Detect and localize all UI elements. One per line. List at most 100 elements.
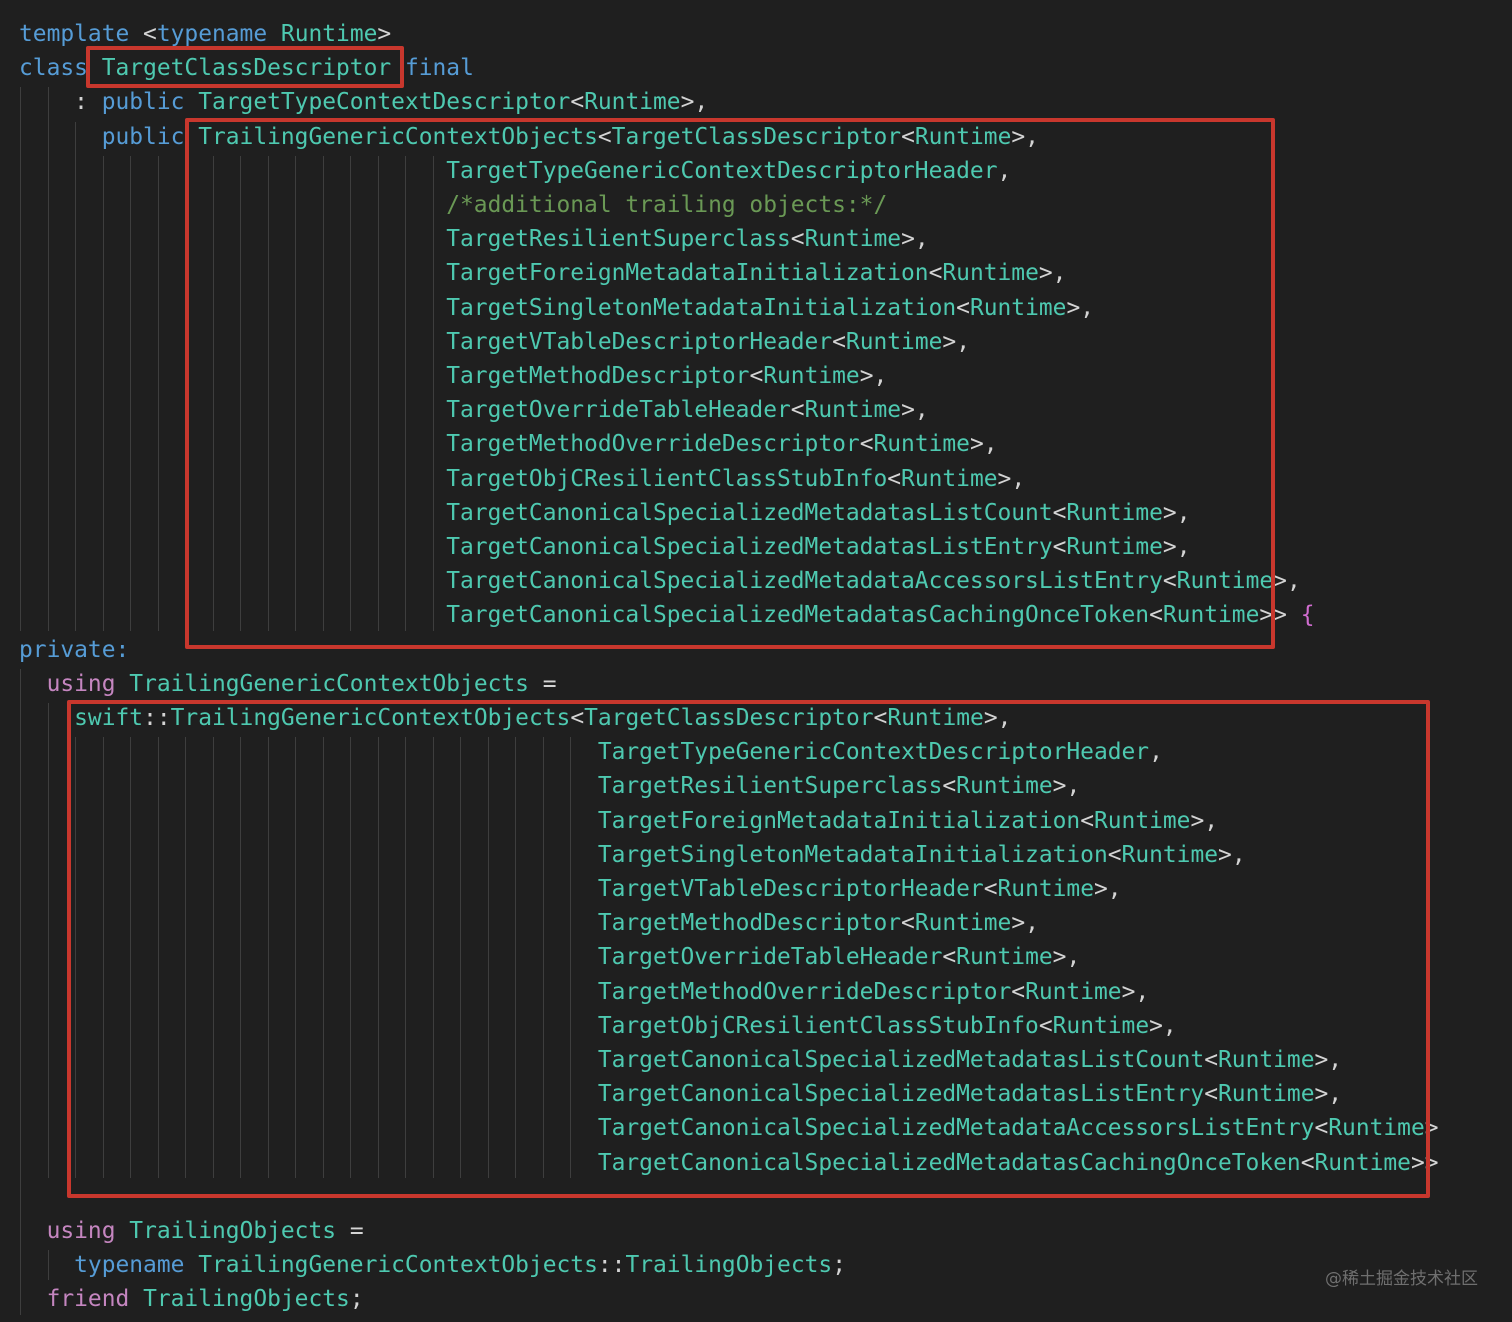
code-token-punctuation: < <box>942 944 957 971</box>
code-token-punctuation <box>19 808 598 834</box>
watermark: @稀土掘金技术社区 <box>1325 1269 1478 1289</box>
code-line[interactable]: TargetSingletonMetadataInitialization<Ru… <box>19 291 1094 325</box>
code-line[interactable]: using TrailingGenericContextObjects = <box>19 667 557 701</box>
code-token-type: TargetCanonicalSpecializedMetadataAccess… <box>446 568 1163 595</box>
code-line[interactable]: TargetVTableDescriptorHeader<Runtime>, <box>19 325 970 359</box>
code-token-punctuation: >> <box>1410 1149 1439 1176</box>
code-token-punctuation <box>19 944 598 970</box>
code-token-punctuation: > <box>1424 1115 1439 1142</box>
code-line[interactable]: /*additional trailing objects:*/ <box>19 188 887 222</box>
code-token-type: TargetResilientSuperclass <box>446 226 791 253</box>
code-token-type: TargetResilientSuperclass <box>597 773 943 800</box>
code-line[interactable]: TargetObjCResilientClassStubInfo<Runtime… <box>19 462 1025 496</box>
code-token-punctuation <box>267 21 281 47</box>
code-token-punctuation: >, <box>1314 1081 1343 1108</box>
code-token-punctuation: < <box>901 123 915 150</box>
code-line[interactable]: class TargetClassDescriptor final <box>19 51 474 85</box>
code-line[interactable]: TargetMethodDescriptor<Runtime>, <box>19 359 887 393</box>
code-token-punctuation <box>184 1252 198 1278</box>
code-token-punctuation: < <box>873 705 888 731</box>
code-token-punctuation: >, <box>859 363 888 389</box>
code-token-type: TargetSingletonMetadataInitialization <box>446 294 957 321</box>
code-token-type: TargetVTableDescriptorHeader <box>446 328 833 355</box>
code-token-punctuation: ; <box>349 1286 364 1313</box>
code-line[interactable]: TargetMethodDescriptor<Runtime>, <box>19 906 1039 940</box>
code-token-punctuation: >, <box>1314 1047 1343 1073</box>
code-line[interactable]: friend TrailingObjects; <box>19 1282 364 1316</box>
code-token-punctuation: >, <box>901 397 929 424</box>
code-line[interactable]: TargetCanonicalSpecializedMetadatasCachi… <box>19 598 1314 632</box>
code-token-type: TargetVTableDescriptorHeader <box>597 876 984 902</box>
code-token-type: Runtime <box>1176 568 1274 595</box>
code-token-type: TargetObjCResilientClassStubInfo <box>446 465 888 492</box>
code-line[interactable]: TargetOverrideTableHeader<Runtime>, <box>19 393 929 427</box>
code-token-punctuation <box>19 1218 47 1244</box>
code-token-punctuation: >, <box>942 328 970 355</box>
code-token-punctuation: >, <box>1162 534 1191 560</box>
code-token-punctuation: < <box>901 910 915 937</box>
code-token-type: TargetCanonicalSpecializedMetadatasListE… <box>446 534 1053 560</box>
code-token-type: Runtime <box>1328 1115 1425 1142</box>
code-token-punctuation <box>19 1013 598 1039</box>
code-token-punctuation <box>19 876 598 902</box>
code-token-punctuation: >, <box>1011 910 1039 937</box>
code-token-punctuation: >, <box>1038 260 1067 287</box>
code-line[interactable]: swift::TrailingGenericContextObjects<Tar… <box>19 701 1011 735</box>
code-line[interactable]: TargetResilientSuperclass<Runtime>, <box>19 222 928 256</box>
code-token-punctuation <box>19 329 446 355</box>
code-token-type: Runtime <box>1025 978 1122 1005</box>
code-token-punctuation: < <box>942 773 957 800</box>
code-line[interactable]: private: <box>19 633 129 667</box>
code-line[interactable]: TargetResilientSuperclass<Runtime>, <box>19 769 1080 803</box>
code-token-punctuation <box>19 979 598 1005</box>
code-line[interactable]: TargetTypeGenericContextDescriptorHeader… <box>19 735 1163 769</box>
code-line[interactable]: typename TrailingGenericContextObjects::… <box>19 1248 846 1282</box>
code-line[interactable]: TargetCanonicalSpecializedMetadatasCachi… <box>19 1146 1439 1180</box>
code-line[interactable]: TargetOverrideTableHeader<Runtime>, <box>19 940 1080 974</box>
code-token-punctuation: < <box>1300 1149 1315 1176</box>
code-token-type: Runtime <box>763 363 860 389</box>
code-token-type: Runtime <box>1121 841 1219 868</box>
code-token-type: TargetCanonicalSpecializedMetadatasListC… <box>446 499 1053 526</box>
code-token-punctuation: >, <box>1011 123 1039 150</box>
code-token-type: Runtime <box>956 944 1053 971</box>
code-token-punctuation <box>19 568 446 594</box>
code-token-punctuation: < <box>859 431 874 458</box>
code-line[interactable]: TargetObjCResilientClassStubInfo<Runtime… <box>19 1009 1177 1043</box>
code-line[interactable]: TargetCanonicalSpecializedMetadatasListE… <box>19 1077 1342 1111</box>
code-token-punctuation: < <box>1204 1081 1219 1108</box>
code-line[interactable]: : public TargetTypeContextDescriptor<Run… <box>19 85 708 119</box>
code-token-punctuation: >, <box>1121 978 1150 1005</box>
code-line[interactable]: TargetTypeGenericContextDescriptorHeader… <box>19 154 1011 188</box>
code-token-comment: /*additional trailing objects:*/ <box>446 192 888 218</box>
code-token-type: TrailingObjects <box>143 1286 350 1313</box>
code-line[interactable]: TargetCanonicalSpecializedMetadatasListC… <box>19 1043 1342 1077</box>
code-line[interactable]: TargetCanonicalSpecializedMetadataAccess… <box>19 564 1301 598</box>
code-token-type: TargetForeignMetadataInitialization <box>597 807 1081 834</box>
code-line[interactable]: TargetCanonicalSpecializedMetadatasListE… <box>19 530 1190 564</box>
code-line[interactable]: TargetVTableDescriptorHeader<Runtime>, <box>19 872 1122 906</box>
code-token-punctuation <box>116 1218 130 1244</box>
code-token-type: Runtime <box>956 773 1053 800</box>
code-token-punctuation <box>19 1081 598 1107</box>
code-token-punctuation <box>19 158 446 184</box>
code-token-type: TargetClassDescriptor <box>101 55 392 82</box>
code-line[interactable]: TargetSingletonMetadataInitialization<Ru… <box>19 838 1246 872</box>
code-line[interactable]: using TrailingObjects = <box>19 1214 364 1248</box>
code-token-type: Runtime <box>1066 534 1163 560</box>
code-line[interactable]: TargetMethodOverrideDescriptor<Runtime>, <box>19 975 1149 1009</box>
code-line[interactable]: TargetForeignMetadataInitialization<Runt… <box>19 804 1218 838</box>
code-line[interactable]: public TrailingGenericContextObjects<Tar… <box>19 120 1039 154</box>
code-token-type: TargetCanonicalSpecializedMetadatasCachi… <box>597 1149 1301 1176</box>
code-token-punctuation: , <box>997 157 1012 184</box>
code-token-type: Runtime <box>584 89 681 116</box>
code-token-type: Runtime <box>1314 1149 1411 1176</box>
code-token-punctuation: < <box>1162 568 1177 595</box>
code-line[interactable]: TargetCanonicalSpecializedMetadatasListC… <box>19 496 1190 530</box>
code-line[interactable]: template <typename Runtime> <box>19 17 391 51</box>
code-line[interactable]: TargetMethodOverrideDescriptor<Runtime>, <box>19 427 997 461</box>
code-editor[interactable]: template <typename Runtime> class TargetC… <box>0 0 1512 1322</box>
code-line[interactable]: TargetCanonicalSpecializedMetadataAccess… <box>19 1111 1439 1145</box>
code-line[interactable]: TargetForeignMetadataInitialization<Runt… <box>19 256 1066 290</box>
code-token-punctuation: = <box>528 670 557 697</box>
